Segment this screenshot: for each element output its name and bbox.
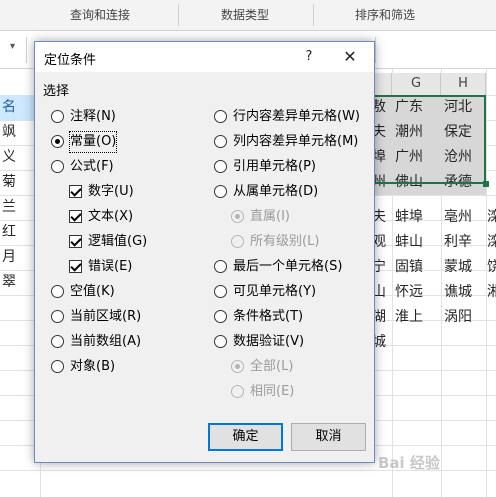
option-label: 所有级别(L) xyxy=(250,234,320,249)
table-cell[interactable]: 滦 xyxy=(484,230,496,255)
option-label: 空值(K) xyxy=(70,284,115,299)
table-cell[interactable]: 承德 xyxy=(441,170,486,195)
option-label: 对象(B) xyxy=(70,359,116,374)
table-cell[interactable]: 固镇 xyxy=(392,255,441,280)
radio-icon[interactable] xyxy=(214,260,227,273)
option-label: 可见单元格(Y) xyxy=(233,284,317,299)
checkbox-checked-icon[interactable] xyxy=(69,235,82,248)
table-cell[interactable]: 谯城 xyxy=(441,280,486,305)
table-cell[interactable]: 淮上 xyxy=(392,305,441,330)
checkbox-checked-icon[interactable] xyxy=(69,185,82,198)
table-cell[interactable]: 亳州 xyxy=(441,205,486,230)
fill-handle[interactable] xyxy=(483,181,489,187)
option-label: 最后一个单元格(S) xyxy=(233,259,343,274)
table-cell[interactable]: 涡阳 xyxy=(441,305,486,330)
ribbon: 查询和连接 数据类型 排序和筛选 xyxy=(0,0,496,31)
cancel-button[interactable]: 取消 xyxy=(291,423,366,451)
radio-icon[interactable] xyxy=(51,110,64,123)
option-label: 逻辑值(G) xyxy=(88,234,148,249)
option-label: 条件格式(T) xyxy=(233,309,304,324)
ok-button[interactable]: 确定 xyxy=(208,423,283,451)
table-cell[interactable]: 蒙城 xyxy=(441,255,486,280)
option-label: 直属(I) xyxy=(250,209,290,224)
radio-icon[interactable] xyxy=(51,360,64,373)
radio-icon[interactable] xyxy=(51,335,64,348)
table-cell[interactable]: 河北 xyxy=(441,95,486,120)
radio-icon[interactable] xyxy=(51,310,64,323)
watermark: Bai 经验 xyxy=(378,454,440,472)
radio-icon[interactable] xyxy=(51,160,64,173)
checkbox-checked-icon[interactable] xyxy=(69,260,82,273)
option-label: 列内容差异单元格(M) xyxy=(233,134,359,149)
select-group-label: 选择 xyxy=(43,84,70,99)
table-cell[interactable]: 怀远 xyxy=(392,280,441,305)
table-cell[interactable]: 滦 xyxy=(484,205,496,230)
ribbon-group-queries[interactable]: 查询和连接 xyxy=(40,0,160,30)
option-label: 公式(F) xyxy=(70,159,114,174)
table-cell[interactable]: 广州 xyxy=(392,145,441,170)
radio-icon[interactable] xyxy=(214,135,227,148)
option-label: 常量(O) xyxy=(68,131,118,153)
table-cell[interactable]: 湘 xyxy=(484,280,496,305)
table-cell[interactable]: 潮州 xyxy=(392,120,441,145)
option-label: 全部(L) xyxy=(250,359,294,374)
table-cell[interactable]: 佛山 xyxy=(392,170,441,195)
radio-selected-icon xyxy=(231,360,244,373)
option-label: 从属单元格(D) xyxy=(233,184,319,199)
radio-selected-icon[interactable] xyxy=(51,135,64,148)
help-button[interactable]: ? xyxy=(298,46,320,68)
table-cell[interactable]: 蚌山 xyxy=(392,230,441,255)
option-label: 相同(E) xyxy=(250,384,295,399)
option-label: 注释(N) xyxy=(70,109,116,124)
radio-icon[interactable] xyxy=(214,110,227,123)
radio-icon xyxy=(231,385,244,398)
option-label: 错误(E) xyxy=(88,259,133,274)
option-label: 引用单元格(P) xyxy=(233,159,316,174)
ribbon-group-sort-filter[interactable]: 排序和筛选 xyxy=(320,0,450,30)
dialog-title: 定位条件 xyxy=(44,53,97,68)
ribbon-separator xyxy=(178,4,179,26)
close-button[interactable]: ✕ xyxy=(337,46,363,68)
formula-input[interactable] xyxy=(375,37,496,63)
goto-special-dialog: 定位条件 ? ✕ 选择 注释(N) 常量(O) 公式(F) 数字(U) 文本(X… xyxy=(34,41,375,463)
radio-icon[interactable] xyxy=(214,160,227,173)
dialog-titlebar[interactable]: 定位条件 ? ✕ xyxy=(35,42,374,72)
option-label: 数字(U) xyxy=(88,184,134,199)
ribbon-separator xyxy=(313,4,314,26)
column-header-h[interactable]: H xyxy=(441,73,486,95)
namebox-dropdown-icon[interactable]: ▾ xyxy=(10,41,15,52)
table-cell[interactable]: 沧州 xyxy=(441,145,486,170)
checkbox-checked-icon[interactable] xyxy=(69,210,82,223)
radio-icon[interactable] xyxy=(214,285,227,298)
option-label: 数据验证(V) xyxy=(233,334,305,349)
ribbon-group-data-types[interactable]: 数据类型 xyxy=(185,0,305,30)
option-label: 当前区域(R) xyxy=(70,309,142,324)
radio-icon[interactable] xyxy=(214,335,227,348)
table-cell[interactable]: 利辛 xyxy=(441,230,486,255)
table-cell[interactable]: 保定 xyxy=(441,120,486,145)
option-label: 文本(X) xyxy=(88,209,134,224)
column-header-g[interactable]: G xyxy=(392,73,441,95)
formula-bar-separator xyxy=(26,37,27,63)
option-label: 当前数组(A) xyxy=(70,334,142,349)
table-cell[interactable]: 蚌埠 xyxy=(392,205,441,230)
radio-icon[interactable] xyxy=(214,185,227,198)
option-label: 行内容差异单元格(W) xyxy=(233,109,360,124)
radio-icon xyxy=(231,235,244,248)
radio-selected-icon xyxy=(231,210,244,223)
table-cell[interactable]: 广东 xyxy=(392,95,441,120)
table-cell[interactable]: 饶 xyxy=(484,255,496,280)
radio-icon[interactable] xyxy=(214,310,227,323)
radio-icon[interactable] xyxy=(51,285,64,298)
